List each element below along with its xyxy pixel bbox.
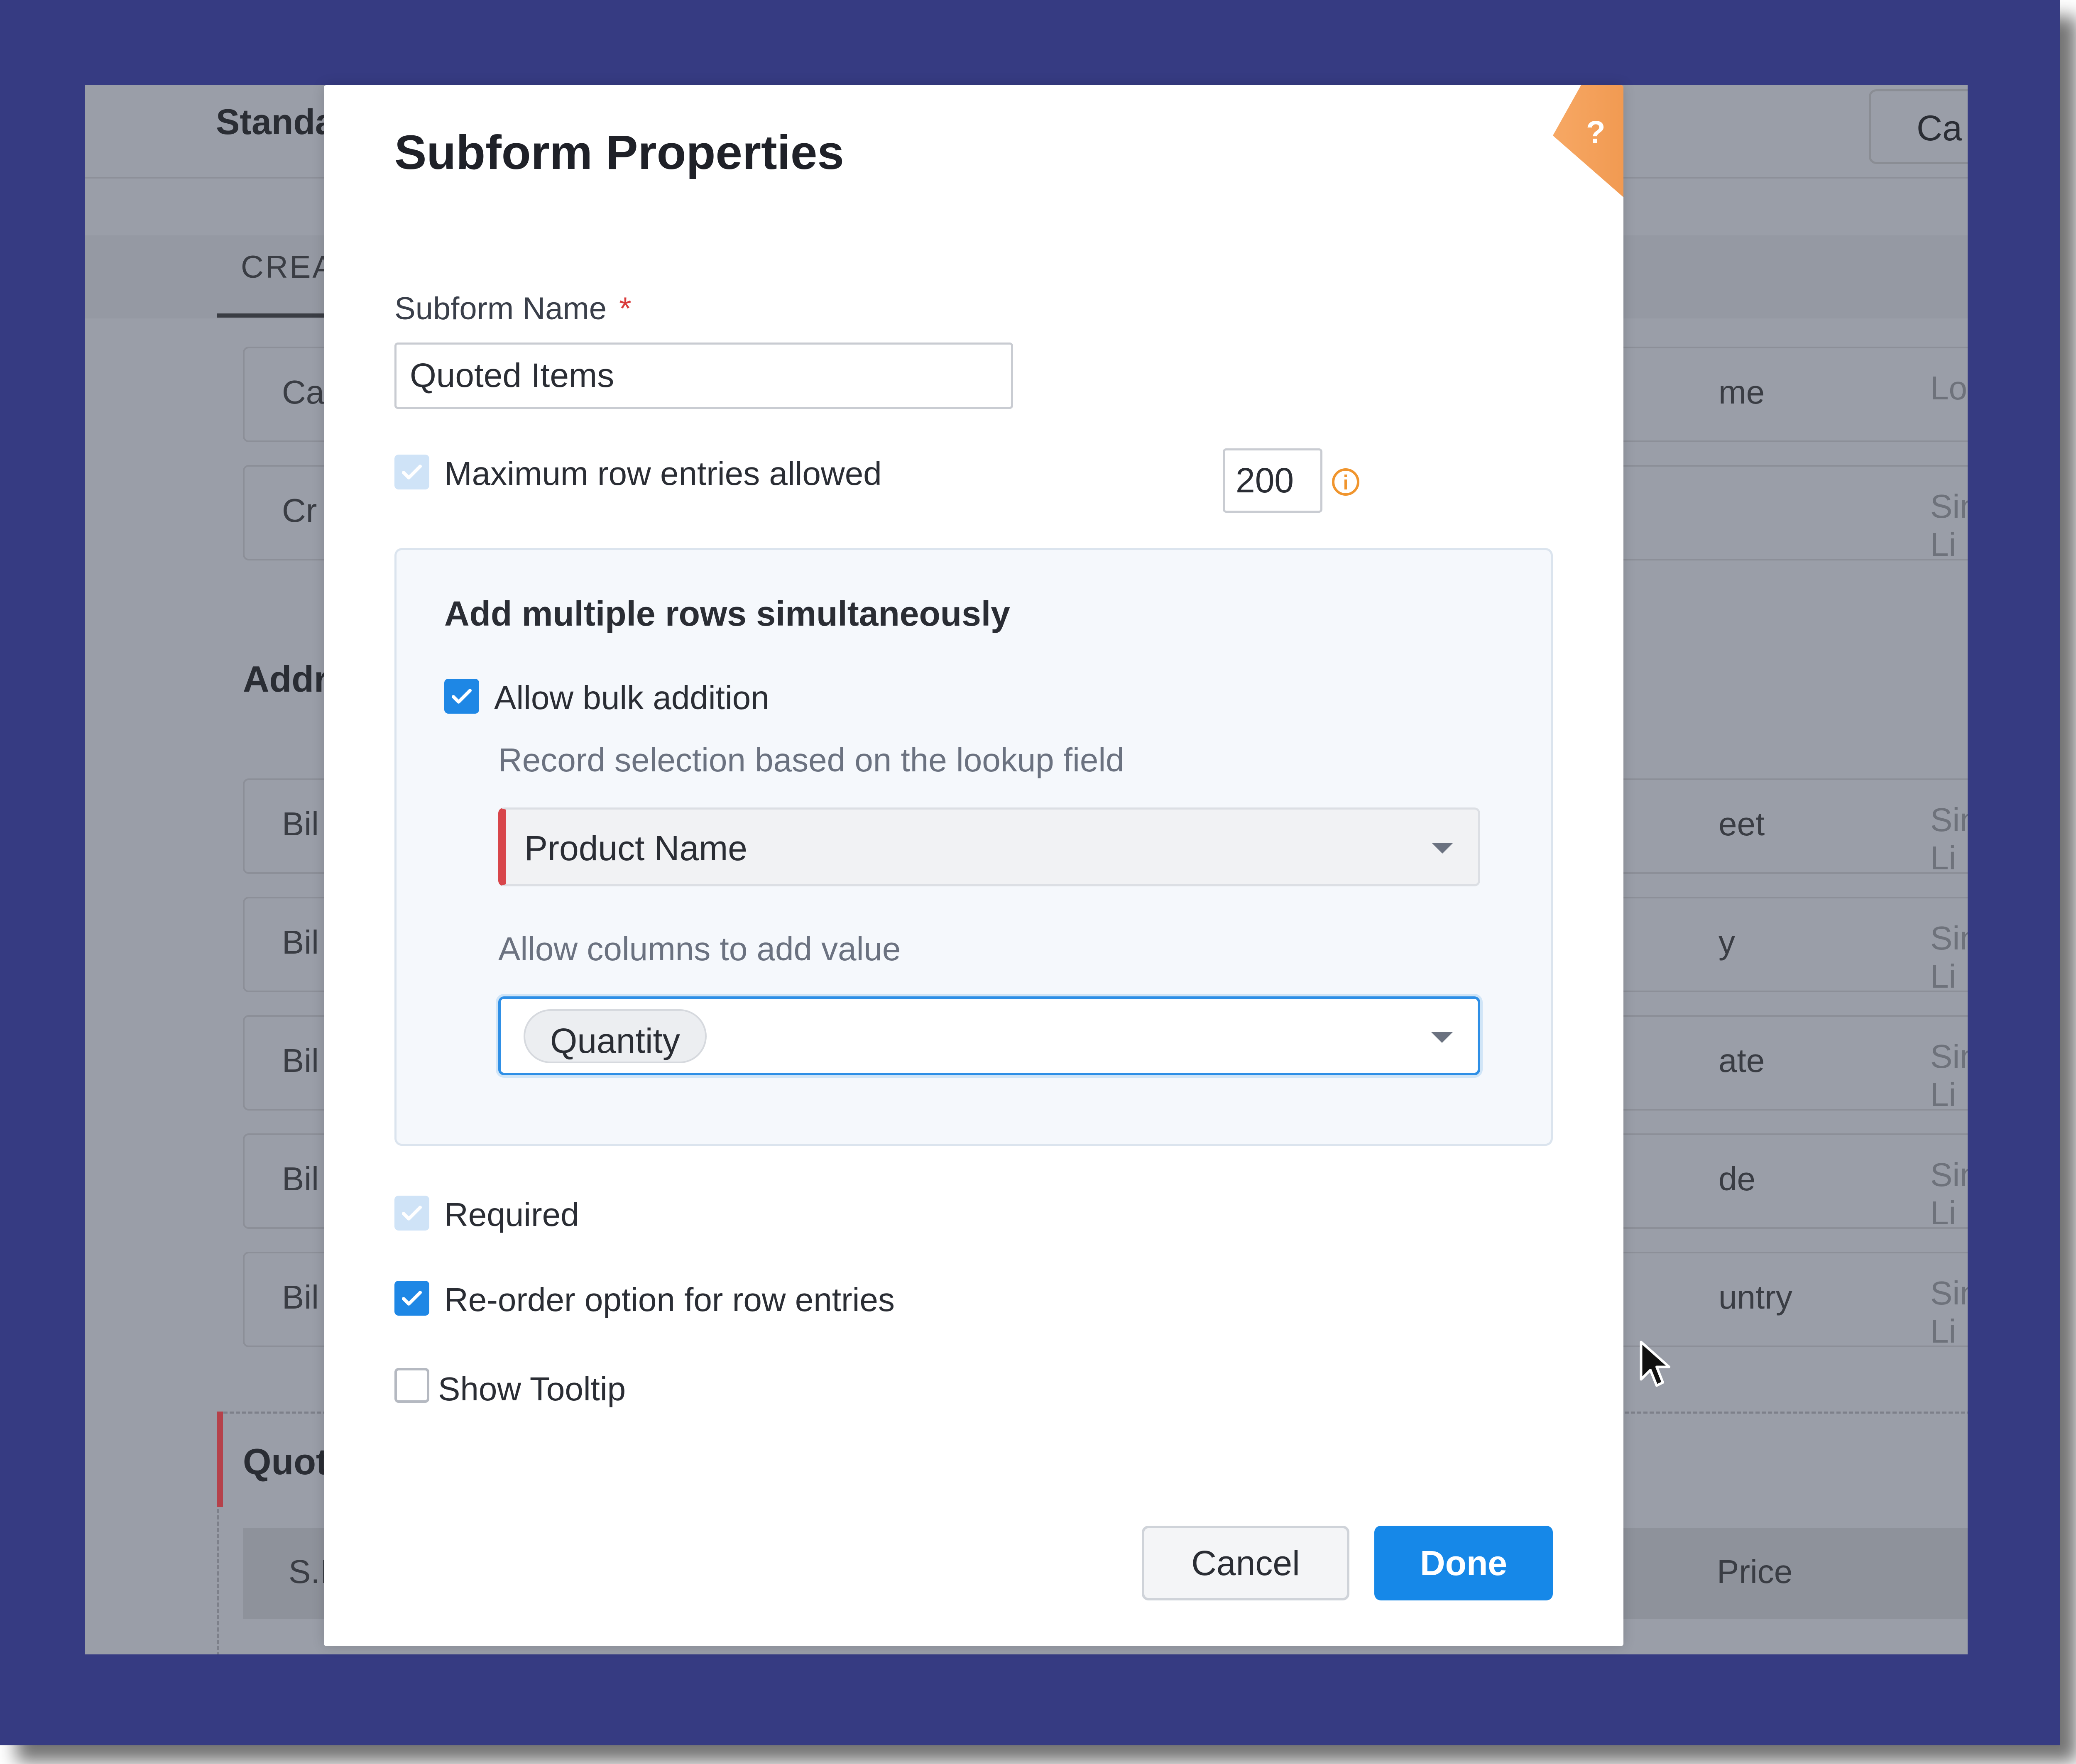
subform-name-label-text: Subform Name [394,291,607,326]
checkmark-icon [452,689,472,704]
background-section-accent [217,1412,223,1507]
background-field-name-right: y [1719,924,1735,961]
reorder-label: Re-order option for row entries [444,1281,895,1318]
show-tooltip-checkbox[interactable] [394,1368,429,1403]
background-field-type: Single Li [1930,488,1968,563]
dialog-title: Subform Properties [394,125,844,179]
max-rows-label: Maximum row entries allowed [444,455,882,492]
checkmark-icon [402,1206,422,1221]
columns-label: Allow columns to add value [498,930,901,967]
lookup-field-value: Product Name [524,829,747,868]
background-page-title: Standa [216,102,335,142]
background-dashed-border [217,1509,219,1654]
max-rows-checkbox[interactable] [394,455,429,489]
column-chip[interactable]: Quantity [524,1009,707,1063]
help-icon: ? [1586,115,1606,150]
bulk-addition-title: Add multiple rows simultaneously [444,594,1010,633]
background-field-name: Bil [282,924,319,961]
reorder-checkbox[interactable] [394,1281,429,1316]
background-tab-create: CREA [241,250,335,285]
background-field-type: Single Li [1930,920,1968,995]
done-button[interactable]: Done [1374,1526,1553,1600]
chevron-down-icon [1431,1032,1453,1043]
required-label: Required [444,1196,579,1233]
checkmark-icon [402,465,422,480]
max-rows-input[interactable] [1223,448,1322,513]
background-field-name: Bil [282,805,319,842]
background-field-type: Single Li [1930,801,1968,876]
required-checkbox[interactable] [394,1196,429,1231]
background-field-name: Bil [282,1160,319,1197]
columns-multiselect[interactable]: Quantity [498,996,1480,1075]
checkmark-icon [402,1291,422,1306]
background-field-name: Bil [282,1042,319,1079]
background-column-header: S.I [289,1553,329,1590]
background-field-type: Single Li [1930,1275,1968,1350]
background-address-section: Addr [243,658,328,700]
background-field-type: Single Li [1930,1156,1968,1231]
background-field-name-right: eet [1719,805,1765,842]
background-header-button: Ca [1869,89,1968,164]
subform-name-input[interactable] [394,343,1013,409]
background-field-type: Single Li [1930,1038,1968,1113]
window-frame: Standa Ca CREA Ca me Lookup Cr Single Li… [0,0,2060,1745]
cancel-button[interactable]: Cancel [1142,1526,1349,1600]
help-badge[interactable]: ? [1553,85,1623,197]
required-mark: * [619,291,632,326]
allow-bulk-label: Allow bulk addition [494,679,769,716]
background-field-name: Bil [282,1279,319,1316]
bulk-addition-panel: Add multiple rows simultaneously Allow b… [394,548,1553,1146]
background-field-name: Ca [282,374,325,411]
allow-bulk-checkbox[interactable] [444,679,479,714]
lookup-field-select[interactable]: Product Name [498,807,1480,886]
mouse-cursor-icon [1640,1341,1670,1387]
background-field-name-right: ate [1719,1042,1765,1079]
background-column-header: Price [1717,1553,1793,1590]
background-field-name-right: de [1719,1160,1755,1197]
background-field-name: Cr [282,492,317,529]
background-tab-underline [217,313,342,318]
chevron-down-icon [1432,843,1453,854]
subform-name-label: Subform Name * [394,291,632,327]
subform-properties-dialog: ? Subform Properties Subform Name * Maxim… [324,85,1623,1646]
lookup-field-label: Record selection based on the lookup fie… [498,741,1124,778]
background-field-type: Lookup [1930,369,1968,406]
info-icon[interactable] [1331,467,1361,497]
show-tooltip-label: Show Tooltip [438,1370,626,1407]
background-field-name-right: me [1719,374,1765,411]
background-quoted-section: Quot [243,1441,328,1482]
background-field-name-right: untry [1719,1279,1792,1316]
